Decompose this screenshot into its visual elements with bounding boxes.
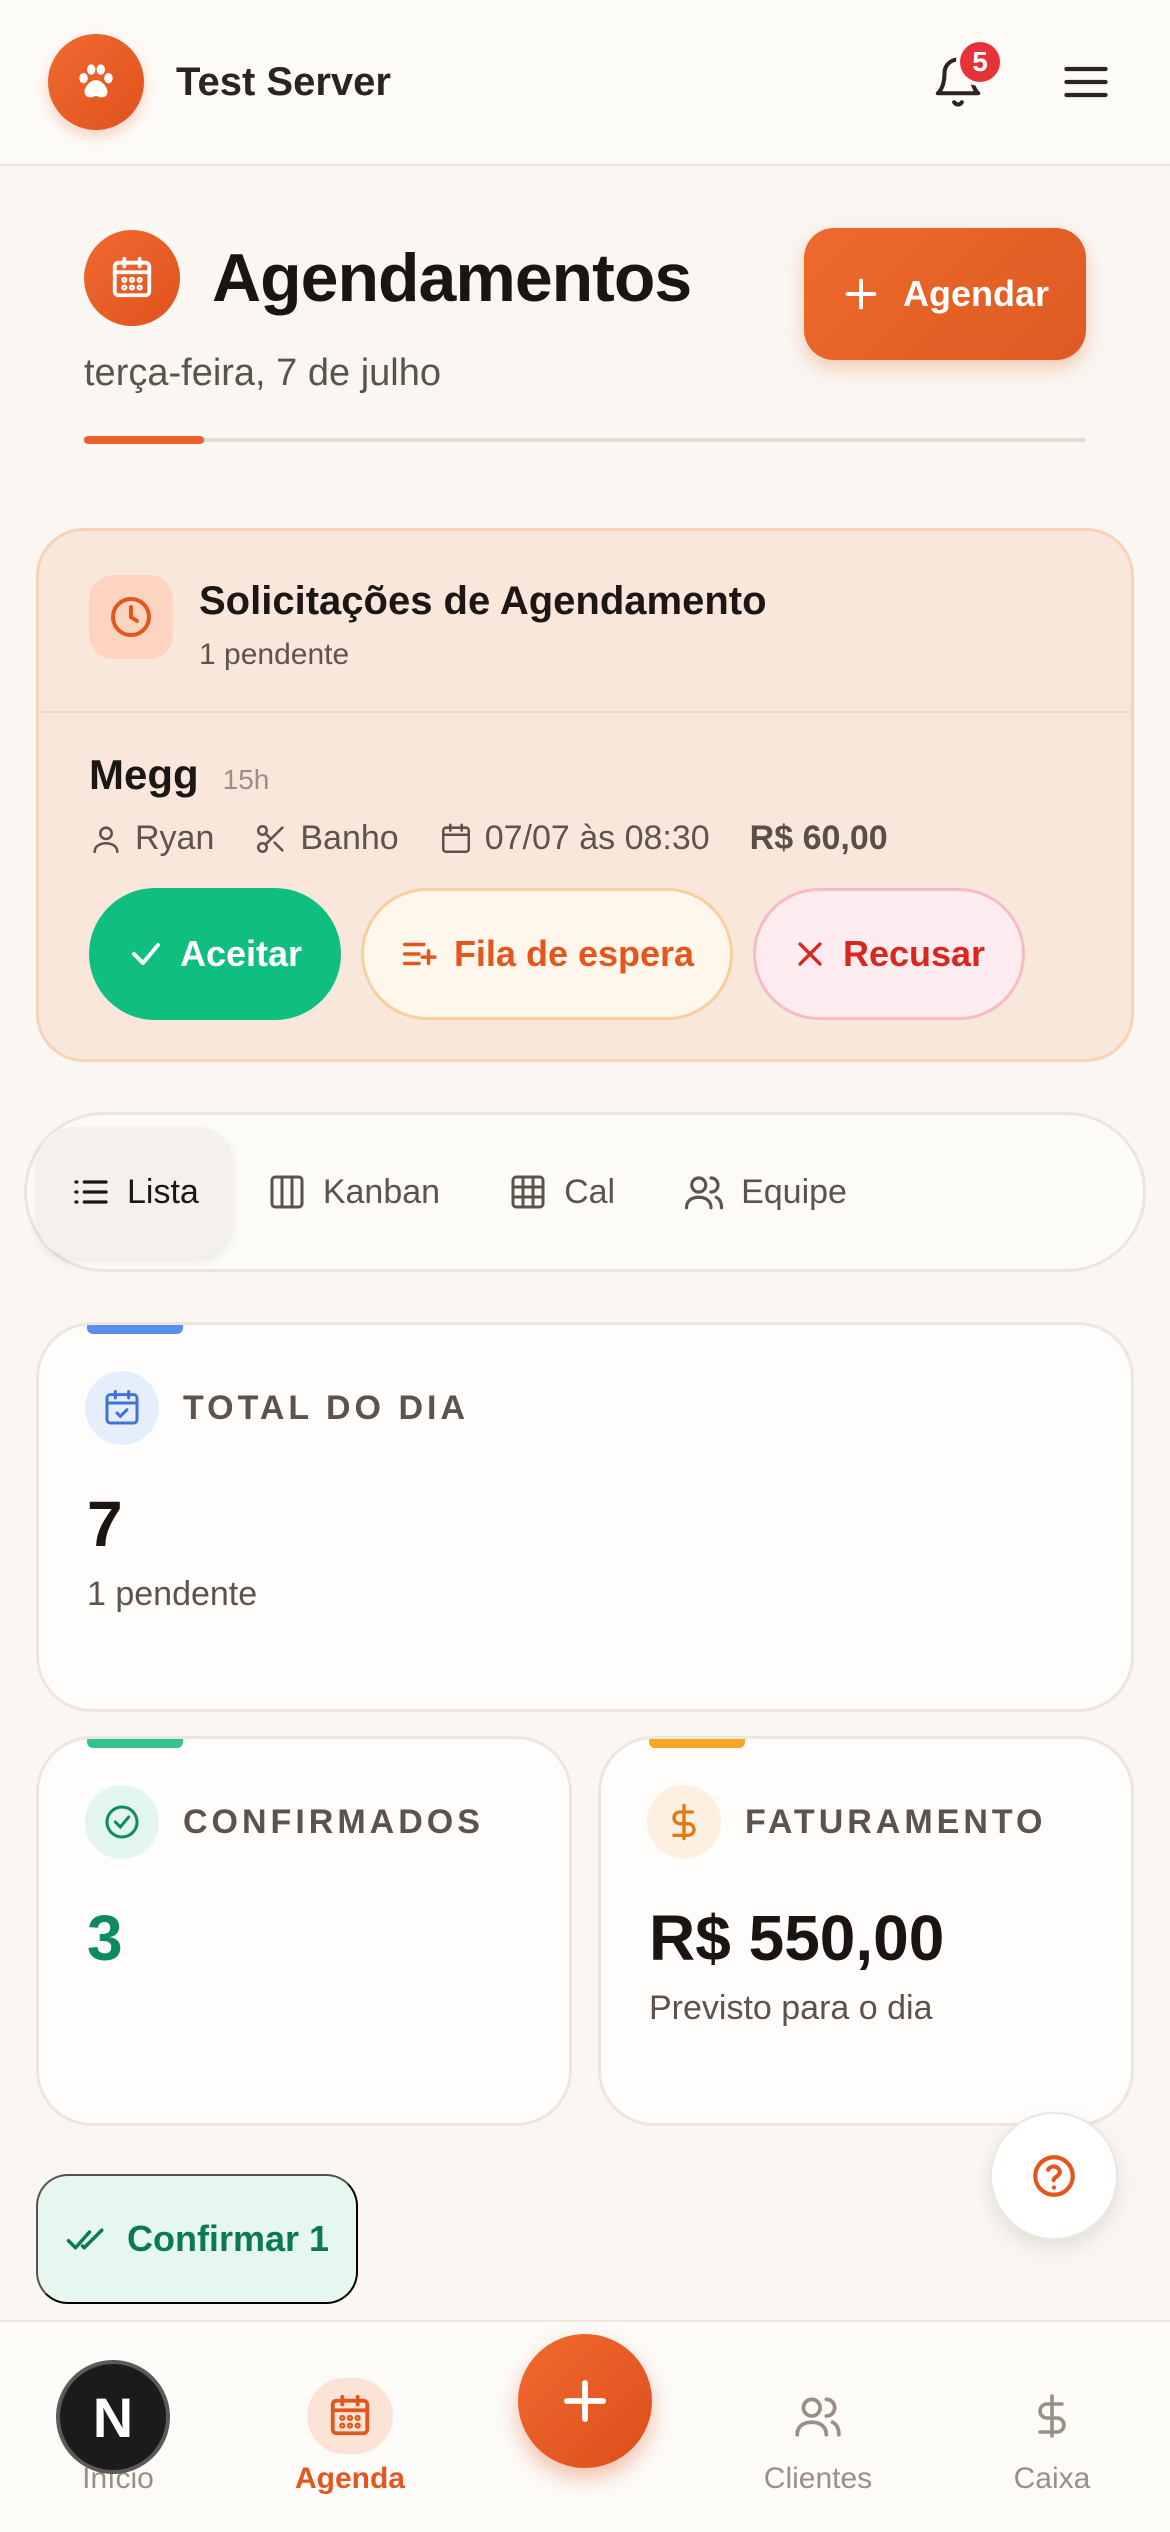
cash-icon <box>1009 2378 1095 2454</box>
scissors-icon <box>257 824 284 853</box>
menu-button[interactable] <box>1050 46 1122 118</box>
stat-confirmed-value: 3 <box>87 1902 123 1974</box>
request-age: 15h <box>222 764 270 795</box>
dev-badge[interactable]: N <box>56 2360 170 2474</box>
stat-card-revenue: FATURAMENTO R$ 550,00 Previsto para o di… <box>598 1736 1134 2126</box>
requests-title: Solicitações de Agendamento <box>199 579 767 623</box>
check-icon <box>132 943 160 965</box>
request-service: Banho <box>300 819 399 857</box>
list-icon <box>74 1180 108 1204</box>
plus-icon <box>564 2380 606 2422</box>
list-plus-icon <box>402 942 437 966</box>
notification-badge: 5 <box>956 38 1004 86</box>
page-title: Agendamentos <box>212 240 692 316</box>
tab-kanban-label: Kanban <box>322 1172 441 1211</box>
request-datetime: 07/07 às 08:30 <box>484 819 710 857</box>
nav-cashier[interactable]: Caixa <box>952 2378 1152 2496</box>
schedule-button-label: Agendar <box>902 273 1050 314</box>
tab-team-label: Equipe <box>741 1172 847 1211</box>
confirm-pending-label: Confirmar 1 <box>126 2218 330 2259</box>
help-button[interactable] <box>990 2112 1118 2240</box>
accept-button[interactable]: Aceitar <box>89 888 341 1020</box>
nav-clients[interactable]: Clientes <box>718 2378 918 2496</box>
stat-total-label: TOTAL DO DIA <box>183 1388 469 1427</box>
scroll-progress <box>84 436 1086 444</box>
dollar-icon <box>647 1785 721 1859</box>
request-item: Megg 15h Ryan Banho 07/07 às 08:30 R$ 60… <box>39 713 1131 1020</box>
refuse-button[interactable]: Recusar <box>753 888 1025 1020</box>
scroll-progress-fill <box>84 436 205 444</box>
users-icon <box>685 1176 724 1210</box>
nav-clients-label: Clientes <box>763 2462 873 2495</box>
stat-accent <box>87 1739 183 1748</box>
requests-pending-count: 1 pendente <box>199 638 350 671</box>
paw-icon[interactable] <box>48 34 144 130</box>
stat-confirmed-label: CONFIRMADOS <box>183 1802 484 1841</box>
stat-revenue-note: Previsto para o dia <box>649 1989 933 2027</box>
tab-kanban[interactable]: Kanban <box>233 1127 474 1257</box>
appointment-requests-card: Solicitações de Agendamento 1 pendente M… <box>36 528 1134 1062</box>
clients-icon <box>775 2378 861 2454</box>
tab-calendar-label: Cal <box>564 1172 616 1211</box>
stat-total-value: 7 <box>87 1488 123 1560</box>
nav-agenda[interactable]: Agenda <box>250 2378 450 2496</box>
grid-icon <box>511 1175 545 1209</box>
double-check-icon <box>66 2228 104 2250</box>
calendar-small-icon <box>441 823 470 853</box>
request-pet: Ryan <box>135 819 215 857</box>
help-icon <box>1033 2155 1075 2197</box>
refuse-label: Recusar <box>842 933 986 974</box>
stat-accent <box>87 1325 183 1334</box>
stat-total-note: 1 pendente <box>87 1575 258 1613</box>
tab-calendar[interactable]: Cal <box>474 1127 649 1257</box>
schedule-button[interactable]: Agendar <box>804 228 1086 360</box>
stat-revenue-label: FATURAMENTO <box>745 1802 1047 1841</box>
request-client-name: Megg <box>89 751 199 798</box>
stat-accent <box>649 1739 745 1748</box>
calendar-check-icon <box>85 1371 159 1445</box>
accept-label: Aceitar <box>179 933 303 974</box>
top-bar: Test Server 5 <box>0 0 1170 166</box>
stat-revenue-value: R$ 550,00 <box>649 1902 945 1974</box>
plus-icon <box>845 278 877 310</box>
waitlist-button[interactable]: Fila de espera <box>361 888 733 1020</box>
request-price: R$ 60,00 <box>749 819 888 857</box>
waitlist-label: Fila de espera <box>453 933 695 974</box>
view-tabs: Lista Kanban Cal Equipe <box>24 1112 1146 1272</box>
clock-icon <box>89 575 173 659</box>
check-circle-icon <box>85 1785 159 1859</box>
columns-icon <box>270 1175 304 1209</box>
calendar-nav-icon <box>307 2378 393 2454</box>
tab-team[interactable]: Equipe <box>649 1127 881 1257</box>
server-name[interactable]: Test Server <box>176 60 391 105</box>
nav-cashier-label: Caixa <box>1013 2462 1091 2495</box>
nav-agenda-label: Agenda <box>294 2462 405 2495</box>
user-icon <box>93 825 119 853</box>
tab-list[interactable]: Lista <box>37 1127 233 1257</box>
close-icon <box>798 942 822 966</box>
hamburger-icon <box>1064 66 1108 98</box>
stat-card-confirmed: CONFIRMADOS 3 <box>36 1736 572 2126</box>
notifications-button[interactable]: 5 <box>922 38 1004 118</box>
calendar-icon <box>84 230 180 326</box>
stat-card-total: TOTAL DO DIA 7 1 pendente <box>36 1322 1134 1712</box>
tab-list-label: Lista <box>127 1172 199 1211</box>
nav-add-button[interactable] <box>518 2334 652 2468</box>
confirm-pending-button[interactable]: Confirmar 1 <box>36 2174 358 2304</box>
